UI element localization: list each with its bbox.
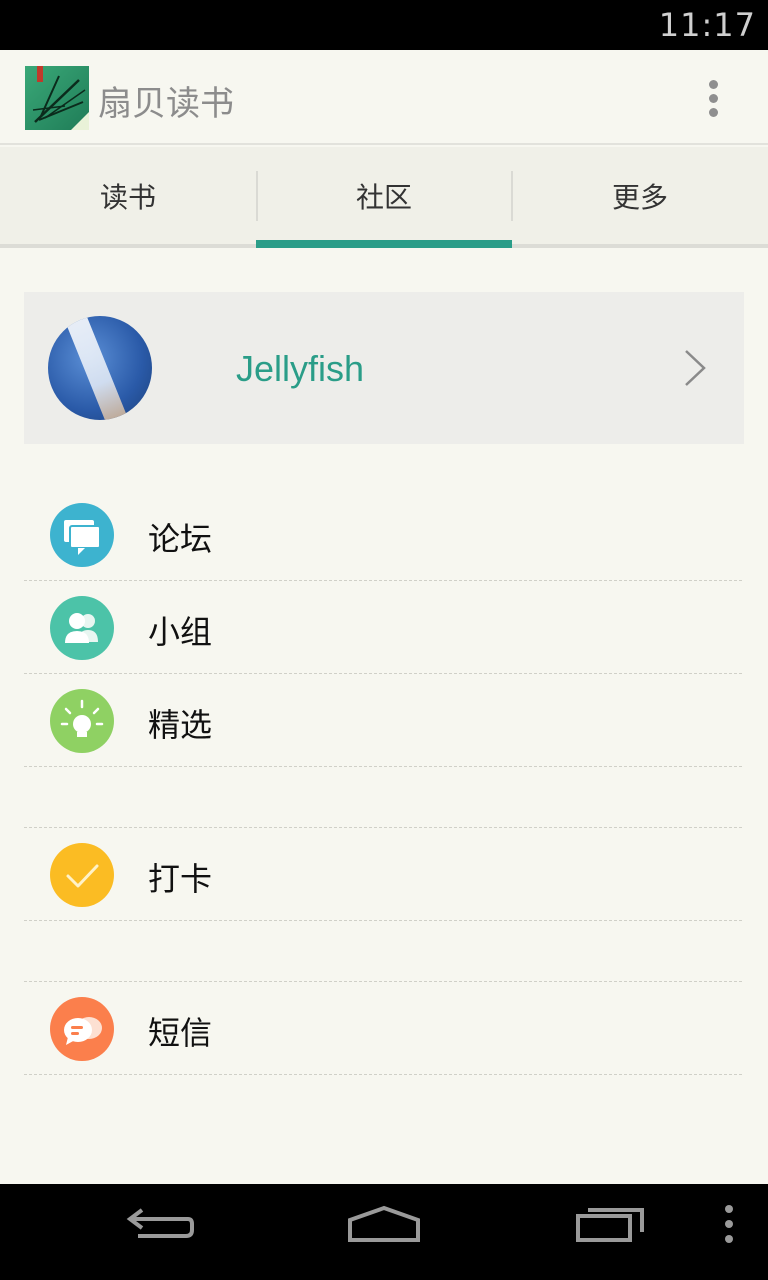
system-nav-bar xyxy=(0,1184,768,1280)
bamboo-book-logo-icon[interactable] xyxy=(25,66,89,130)
more-vertical-icon[interactable] xyxy=(698,78,728,118)
divider xyxy=(24,1074,742,1075)
menu-item-checkin[interactable]: 打卡 xyxy=(24,828,742,921)
tab-more[interactable]: 更多 xyxy=(512,147,768,244)
menu-label-forum: 论坛 xyxy=(148,520,213,558)
profile-name: Jellyfish xyxy=(236,348,365,389)
divider xyxy=(24,766,742,767)
status-time: 11:17 xyxy=(658,6,756,44)
forum-icon xyxy=(50,503,114,567)
message-icon xyxy=(50,997,114,1061)
app-bar: 扇贝读书 xyxy=(0,50,768,145)
menu-label-checkin: 打卡 xyxy=(148,860,213,898)
menu-item-group[interactable]: 小组 xyxy=(24,581,742,674)
tab-selected-indicator xyxy=(256,240,512,248)
chevron-right-icon xyxy=(682,348,708,388)
recents-icon[interactable] xyxy=(574,1204,646,1248)
app-title: 扇贝读书 xyxy=(98,84,234,124)
menu-item-messages[interactable]: 短信 xyxy=(24,982,742,1075)
menu-item-forum[interactable]: 论坛 xyxy=(24,488,742,581)
more-vertical-icon[interactable] xyxy=(722,1204,736,1248)
group-icon xyxy=(50,596,114,660)
menu-label-featured: 精选 xyxy=(148,706,213,744)
menu-label-messages: 短信 xyxy=(148,1014,213,1052)
lightbulb-icon xyxy=(50,689,114,753)
tab-bar: 读书 社区 更多 xyxy=(0,147,768,248)
home-icon[interactable] xyxy=(346,1204,422,1248)
menu-item-featured[interactable]: 精选 xyxy=(24,674,742,767)
back-icon[interactable] xyxy=(124,1204,196,1248)
divider xyxy=(24,920,742,921)
menu-label-group: 小组 xyxy=(148,613,213,651)
status-bar: 11:17 xyxy=(0,0,768,50)
check-icon xyxy=(50,843,114,907)
avatar xyxy=(48,316,152,420)
tab-community[interactable]: 社区 xyxy=(256,147,512,244)
profile-card[interactable]: Jellyfish xyxy=(24,292,744,444)
tab-reading[interactable]: 读书 xyxy=(0,147,256,244)
